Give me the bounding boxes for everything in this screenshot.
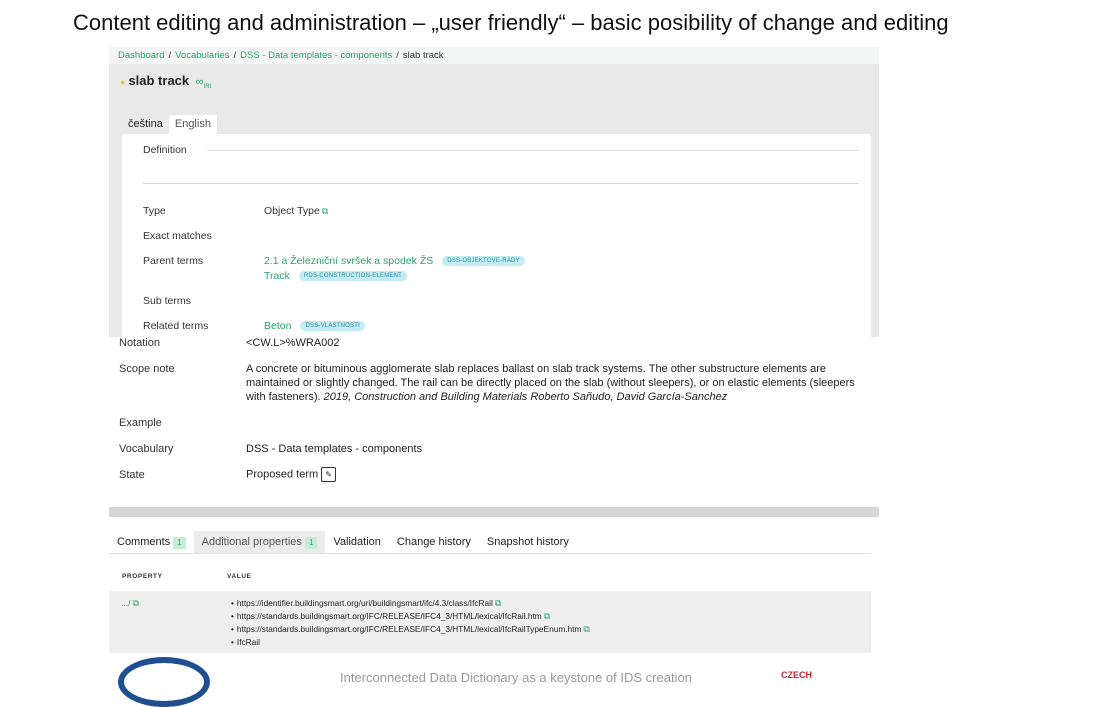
parent-term-item: Track RDS-CONSTRUCTION-ELEMENT xyxy=(264,270,408,282)
scope-note-citation: 2019, Construction and Building Material… xyxy=(323,391,728,403)
term-title-row: ● slab track ∞IRI xyxy=(120,73,211,90)
tab-label: Comments xyxy=(117,536,171,548)
breadcrumb-dashboard[interactable]: Dashboard xyxy=(118,50,164,61)
external-link-icon[interactable]: ⧉ xyxy=(132,598,138,608)
vocabulary-badge: DSS-VLASTNOSTI xyxy=(300,321,365,332)
property-values-list: • https://identifier.buildingsmart.org/ur… xyxy=(231,597,590,649)
property-value-text: IfcRail xyxy=(236,637,260,647)
related-term-item: Beton DSS-VLASTNOSTI xyxy=(264,320,365,332)
state-value-text: Proposed term xyxy=(246,468,319,481)
scope-note-label: Scope note xyxy=(119,363,175,375)
list-item: • https://identifier.buildingsmart.org/ur… xyxy=(231,598,502,608)
external-link-icon[interactable]: ⧉ xyxy=(495,598,501,608)
definition-label: Definition xyxy=(143,144,187,156)
slide-title: Content editing and administration – „us… xyxy=(73,10,949,35)
property-value-link[interactable]: https://standards.buildingsmart.org/IFC/… xyxy=(237,624,581,634)
logo-left xyxy=(118,657,210,707)
breadcrumb-vocabulary[interactable]: DSS - Data templates - components xyxy=(240,50,392,61)
term-detail-card: Definition Type Object Type ⧉ Exact match… xyxy=(122,134,871,337)
external-link-icon[interactable]: ⧉ xyxy=(322,206,328,216)
tab-change-history[interactable]: Change history xyxy=(389,531,479,553)
breadcrumb-separator: / xyxy=(233,50,237,61)
iri-label: IRI xyxy=(203,84,212,91)
property-key: .../⧉ xyxy=(121,598,139,609)
external-link-icon[interactable]: ⧉ xyxy=(544,611,550,621)
exact-matches-label: Exact matches xyxy=(143,230,212,242)
star-icon: ● xyxy=(120,76,126,87)
count-badge: 1 xyxy=(173,537,186,549)
breadcrumb-separator: / xyxy=(168,50,172,61)
sub-terms-label: Sub terms xyxy=(143,295,191,307)
type-value: Object Type ⧉ xyxy=(264,205,328,217)
logo-right: CZECH xyxy=(781,670,812,680)
vocabulary-badge: RDS-CONSTRUCTION-ELEMENT xyxy=(298,271,408,282)
related-terms-label: Related terms xyxy=(143,320,209,332)
list-item: • https://standards.buildingsmart.org/IFC… xyxy=(231,611,551,621)
breadcrumb-current: slab track xyxy=(402,50,444,61)
tab-snapshot-history[interactable]: Snapshot history xyxy=(479,531,577,553)
value-column-header: VALUE xyxy=(227,573,252,580)
slide-footer: Interconnected Data Dictionary as a keys… xyxy=(340,670,692,685)
list-item: • https://standards.buildingsmart.org/IFC… xyxy=(231,624,590,634)
tab-label: Additional properties xyxy=(201,536,302,548)
tab-language-english[interactable]: English xyxy=(168,115,217,134)
parent-term-link[interactable]: 2.1 a Železniční svršek a spodek ŽS xyxy=(264,255,433,267)
state-value: Proposed term ✎ xyxy=(246,467,337,482)
parent-term-item: 2.1 a Železniční svršek a spodek ŽS DSS-O… xyxy=(264,255,525,267)
list-item: • IfcRail xyxy=(231,637,260,647)
parent-term-link[interactable]: Track xyxy=(264,270,290,282)
type-value-text: Object Type xyxy=(264,205,320,217)
breadcrumb: Dashboard / Vocabularies / DSS - Data templa… xyxy=(109,47,879,64)
notation-label: Notation xyxy=(119,337,160,349)
example-label: Example xyxy=(119,417,162,429)
definition-divider xyxy=(207,150,859,151)
vocabulary-label: Vocabulary xyxy=(119,443,174,455)
external-link-icon[interactable]: ⧉ xyxy=(583,624,589,634)
detail-tabs: Comments 1 Additional properties 1 Validat… xyxy=(109,531,577,553)
scope-note-value: A concrete or bituminous agglomerate sla… xyxy=(246,362,856,404)
breadcrumb-separator: / xyxy=(396,50,399,61)
definition-underline xyxy=(143,183,859,184)
tab-comments[interactable]: Comments 1 xyxy=(109,531,194,553)
vocabulary-link[interactable]: DSS - Data templates - components xyxy=(246,443,422,455)
language-tabs: čeština English xyxy=(122,115,217,134)
vocabulary-badge: DSS-OBJEKTOVE-RADY xyxy=(442,256,525,267)
parent-terms-label: Parent terms xyxy=(143,255,204,267)
edit-icon[interactable]: ✎ xyxy=(321,467,337,482)
related-term-link[interactable]: Beton xyxy=(264,320,291,332)
term-title: slab track xyxy=(128,73,190,88)
type-label: Type xyxy=(143,205,166,217)
tab-language-czech[interactable]: čeština xyxy=(122,115,169,134)
tab-validation[interactable]: Validation xyxy=(325,531,389,553)
notation-value: <CW.L>%WRA002 xyxy=(246,337,340,349)
section-divider xyxy=(109,507,879,517)
property-value-link[interactable]: https://standards.buildingsmart.org/IFC/… xyxy=(237,611,542,621)
property-key-text[interactable]: .../ xyxy=(121,598,130,608)
tabs-underline xyxy=(109,553,871,554)
breadcrumb-vocabularies[interactable]: Vocabularies xyxy=(175,50,229,61)
tab-additional-properties[interactable]: Additional properties 1 xyxy=(193,531,326,553)
property-column-header: PROPERTY xyxy=(122,573,163,580)
state-label: State xyxy=(119,469,145,481)
iri-icon[interactable]: ∞IRI xyxy=(196,76,212,90)
property-value-link[interactable]: https://identifier.buildingsmart.org/uri… xyxy=(237,598,493,608)
count-badge: 1 xyxy=(304,537,318,549)
